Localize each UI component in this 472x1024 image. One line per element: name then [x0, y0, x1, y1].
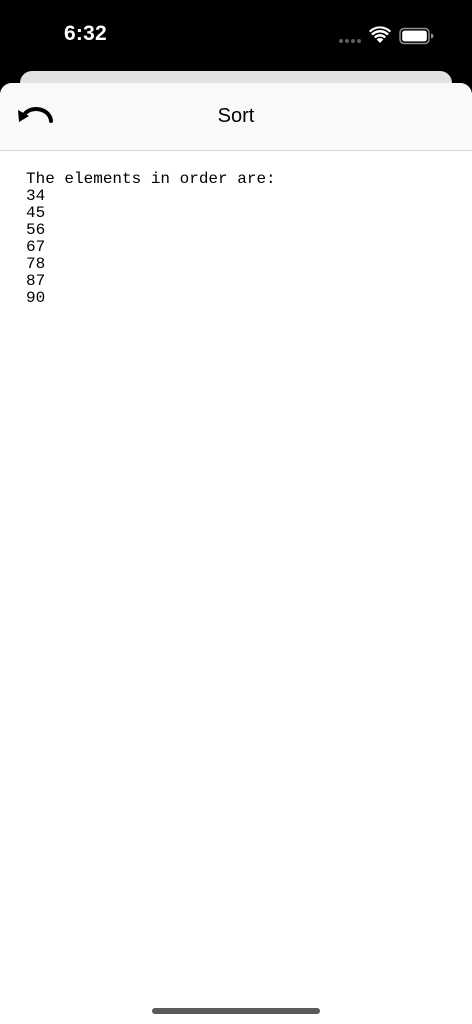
cellular-signal-icon	[339, 39, 363, 43]
page-title: Sort	[217, 105, 255, 127]
output-text: The elements in order are: 34 45 56 67 7…	[26, 171, 462, 307]
list-item: 90	[26, 289, 46, 307]
modal-sheet: Sort The elements in order are: 34 45 56…	[0, 83, 472, 1024]
list-item: 56	[26, 221, 46, 239]
list-item: 34	[26, 187, 46, 205]
output-heading: The elements in order are:	[26, 170, 276, 188]
list-item: 45	[26, 204, 46, 222]
status-bar: 6:32	[0, 0, 472, 70]
battery-icon	[399, 27, 434, 45]
list-item: 87	[26, 272, 46, 290]
status-time: 6:32	[64, 22, 107, 45]
list-item: 67	[26, 238, 46, 256]
wifi-icon	[369, 26, 391, 44]
list-item: 78	[26, 255, 46, 273]
navigation-bar: Sort	[0, 83, 472, 151]
home-indicator[interactable]	[152, 1008, 320, 1014]
